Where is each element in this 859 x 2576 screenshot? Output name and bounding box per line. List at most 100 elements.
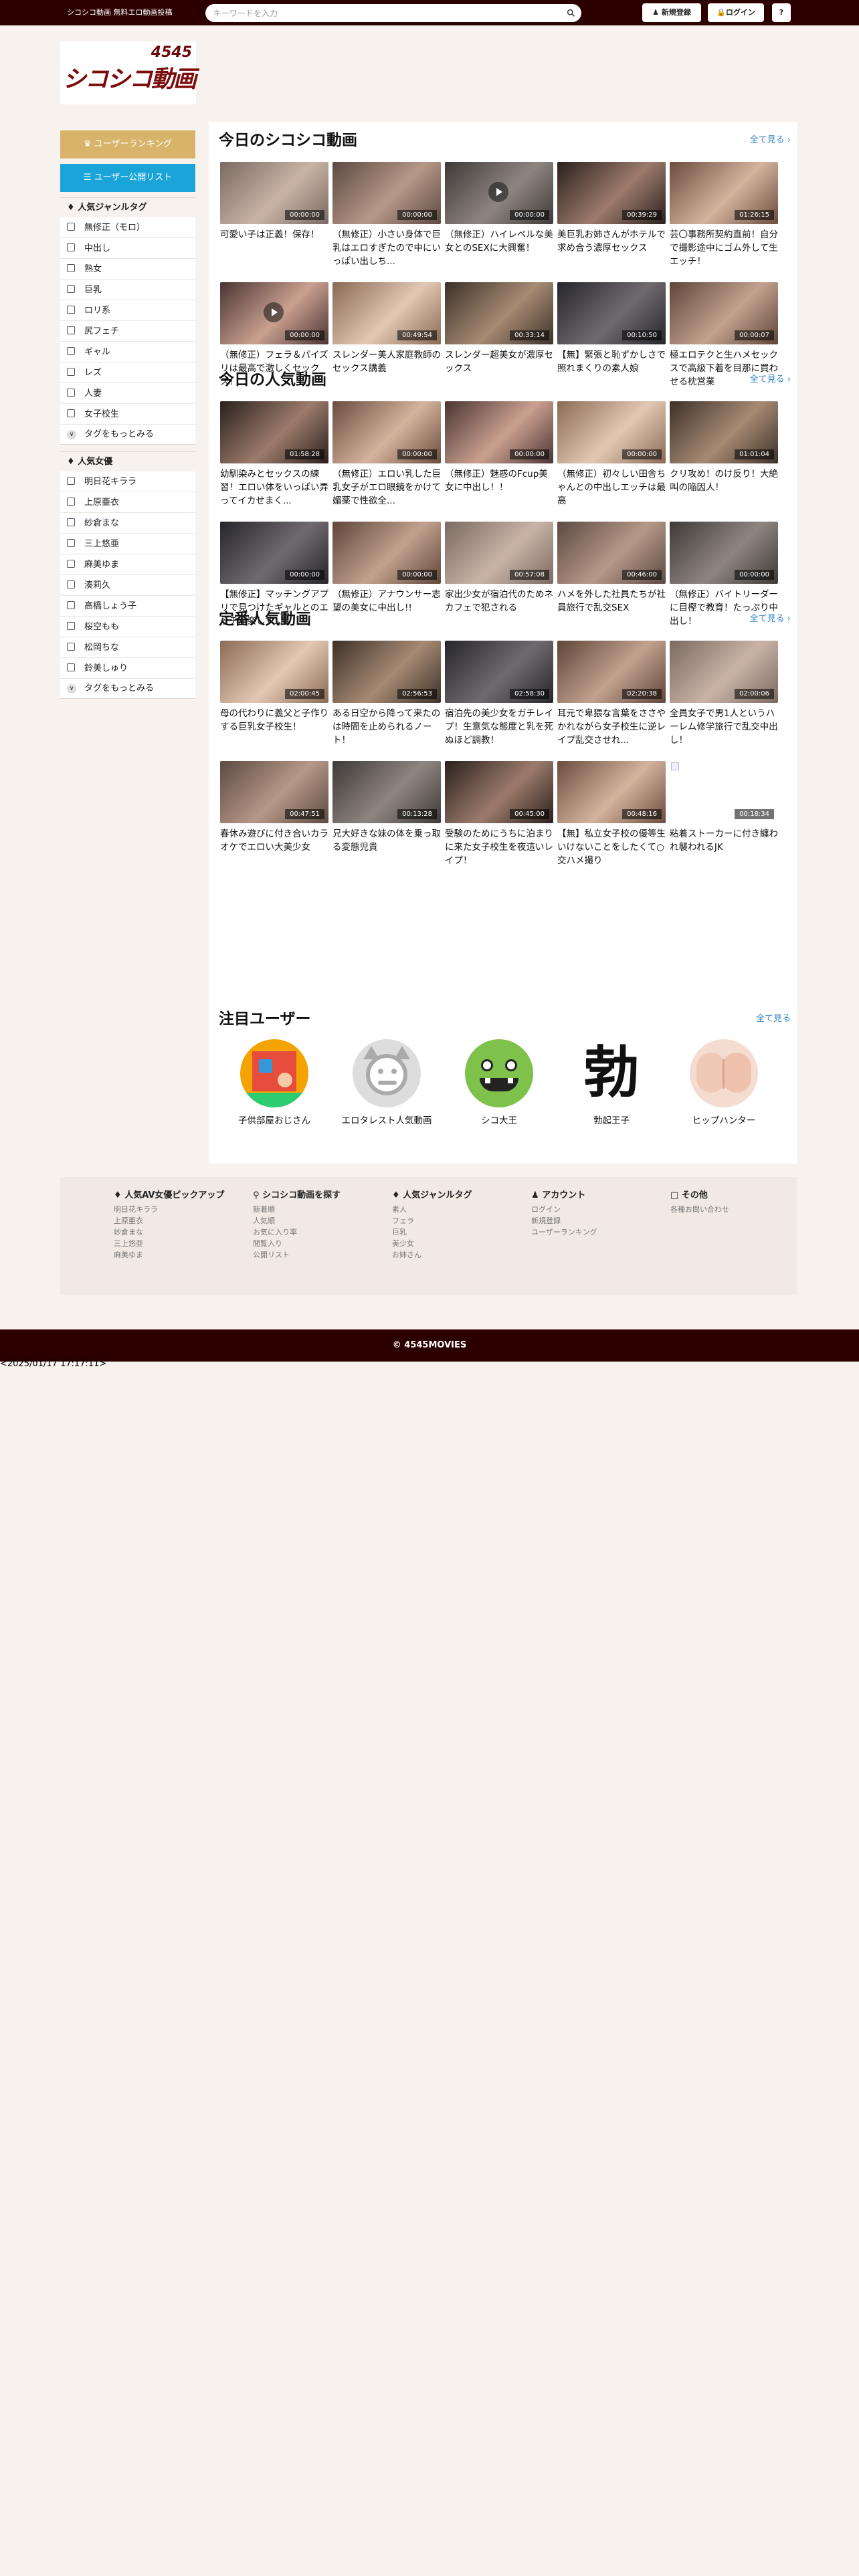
video-title[interactable]: 芸〇事務所契約直前！自分で撮影途中にゴム外して生エッチ！ — [670, 228, 778, 268]
register-button[interactable]: ♟ 新規登録 — [642, 3, 701, 22]
checkbox-icon[interactable] — [67, 498, 75, 506]
genres-more-button[interactable]: ∨ タグをもっとみる — [60, 425, 195, 445]
video-thumbnail[interactable]: 00:00:00 — [557, 401, 666, 463]
hip-avatar[interactable] — [690, 1039, 758, 1107]
see-all-link[interactable]: 全て見る › — [750, 132, 791, 145]
video-title[interactable]: 家出少女が宿泊代のためネカフェで犯される — [445, 588, 553, 628]
video-thumbnail[interactable]: 00:10:50 — [557, 282, 666, 344]
checkbox-icon[interactable] — [67, 560, 75, 568]
genre-item[interactable]: 無修正（モロ） — [60, 217, 195, 238]
video-title[interactable]: 受験のためにうちに泊まりに来た女子校生を夜這いレイプ！ — [445, 827, 553, 867]
search-icon[interactable] — [567, 9, 575, 17]
video-thumbnail[interactable]: 00:33:14 — [445, 282, 553, 344]
see-all-link[interactable]: 全て見る › — [750, 611, 791, 624]
genre-item[interactable]: 熟女 — [60, 259, 195, 280]
video-thumbnail[interactable]: 00:13:28 — [332, 761, 441, 823]
footer-link[interactable]: 公開リスト — [253, 1249, 387, 1261]
actress-item[interactable]: 鈴美しゅり — [60, 658, 195, 679]
footer-link[interactable]: 巨乳 — [392, 1226, 526, 1238]
footer-link[interactable]: 人気順 — [253, 1215, 387, 1226]
footer-link[interactable]: 三上悠亜 — [114, 1238, 248, 1249]
video-thumbnail[interactable]: 01:58:28 — [220, 401, 328, 463]
checkbox-icon[interactable] — [67, 518, 75, 526]
default-face-avatar[interactable] — [353, 1039, 421, 1107]
video-thumbnail[interactable]: 00:00:00 — [220, 282, 328, 344]
video-title[interactable]: （無修正）魅惑のFcup美女に中出し！！ — [445, 467, 553, 508]
footer-link[interactable]: フェラ — [392, 1215, 526, 1226]
video-thumbnail[interactable]: 02:56:53 — [332, 641, 441, 703]
video-thumbnail[interactable]: 00:00:00 — [220, 162, 328, 224]
video-title[interactable]: 宿泊先の美少女をガチレイプ！生意気な態度と乳を死ぬほど調教！ — [445, 707, 553, 747]
checkbox-icon[interactable] — [67, 409, 75, 417]
user-name[interactable]: 子供部屋おじさん — [221, 1114, 328, 1128]
video-thumbnail[interactable]: 00:00:00 — [445, 162, 553, 224]
footer-link[interactable]: 紗倉まな — [114, 1226, 248, 1238]
footer-link[interactable]: 上原亜衣 — [114, 1215, 248, 1226]
genre-item[interactable]: ギャル — [60, 342, 195, 362]
video-title[interactable]: （無修正）エロい乳した巨乳女子がエロ眼鏡をかけて媚薬で性欲全... — [332, 467, 441, 508]
play-icon[interactable] — [264, 302, 284, 322]
see-all-link[interactable]: 全て見る › — [750, 372, 791, 385]
checkbox-icon[interactable] — [67, 306, 75, 314]
video-thumbnail[interactable]: 00:00:00 — [332, 522, 441, 584]
checkbox-icon[interactable] — [67, 580, 75, 588]
user-name[interactable]: ヒップハンター — [670, 1114, 777, 1128]
room-avatar[interactable] — [240, 1039, 308, 1107]
video-title[interactable]: スレンダー美人家庭教師のセックス講義 — [332, 348, 441, 389]
actress-item[interactable]: 湊莉久 — [60, 575, 195, 596]
site-logo[interactable]: 4545 シコシコ動画 — [60, 41, 197, 104]
video-title[interactable]: 幼馴染みとセックスの練習！エロい体をいっぱい弄ってイカせまく... — [220, 467, 328, 508]
checkbox-icon[interactable] — [67, 285, 75, 293]
video-thumbnail[interactable]: 00:46:00 — [557, 522, 666, 584]
genre-item[interactable]: 巨乳 — [60, 280, 195, 300]
checkbox-icon[interactable] — [67, 264, 75, 272]
video-title[interactable]: 【無】私立女子校の優等生 いけないことをしたくて○交ハメ撮り — [557, 827, 666, 867]
video-thumbnail[interactable]: 02:00:45 — [220, 641, 328, 703]
green-monster-avatar[interactable] — [465, 1039, 533, 1107]
footer-link[interactable]: 素人 — [392, 1204, 526, 1215]
video-thumbnail[interactable]: 00:39:29 — [557, 162, 666, 224]
actress-item[interactable]: 松岡ちな — [60, 637, 195, 658]
footer-link[interactable]: 明日花キララ — [114, 1204, 248, 1215]
video-title[interactable]: スレンダー超美女が濃厚セックス — [445, 348, 553, 389]
checkbox-icon[interactable] — [67, 389, 75, 397]
footer-link[interactable]: 麻美ゆま — [114, 1249, 248, 1261]
checkbox-icon[interactable] — [67, 347, 75, 355]
video-title[interactable]: クリ攻め！のけ反り！大絶叫の陥因人！ — [670, 467, 778, 508]
video-thumbnail[interactable]: 01:26:15 — [670, 162, 778, 224]
video-thumbnail[interactable]: 00:49:54 — [332, 282, 441, 344]
login-button[interactable]: 🔒ログイン — [708, 3, 764, 22]
footer-link[interactable]: 各種お問い合わせ — [670, 1204, 804, 1215]
video-thumbnail[interactable]: 00:45:00 — [445, 761, 553, 823]
footer-link[interactable]: ユーザーランキング — [531, 1226, 665, 1238]
video-title[interactable]: 兄大好きな妹の体を乗っ取る変態児貴 — [332, 827, 441, 867]
video-thumbnail[interactable]: 02:20:38 — [557, 641, 666, 703]
video-thumbnail[interactable]: 00:00:00 — [445, 401, 553, 463]
video-title[interactable]: ある日空から降って来たのは時間を止められるノート！ — [332, 707, 441, 747]
video-thumbnail[interactable]: 00:48:16 — [557, 761, 666, 823]
video-title[interactable]: 【無】緊張と恥ずかしさで照れまくりの素人娘 — [557, 348, 666, 389]
search-bar[interactable] — [205, 4, 581, 22]
genre-item[interactable]: レズ — [60, 362, 195, 383]
play-icon[interactable] — [488, 182, 508, 202]
genre-item[interactable]: ロリ系 — [60, 300, 195, 321]
footer-link[interactable]: お気に入り率 — [253, 1226, 387, 1238]
checkbox-icon[interactable] — [67, 326, 75, 334]
video-thumbnail[interactable]: 00:00:00 — [332, 401, 441, 463]
actress-item[interactable]: 麻美ゆま — [60, 554, 195, 575]
checkbox-icon[interactable] — [67, 243, 75, 251]
actress-item[interactable]: 桜空もも — [60, 617, 195, 637]
video-thumbnail[interactable]: 02:00:06 — [670, 641, 778, 703]
user-name[interactable]: 勃起王子 — [558, 1114, 665, 1128]
genre-item[interactable]: 尻フェチ — [60, 321, 195, 342]
user-public-list-button[interactable]: ☰ ユーザー公開リスト — [60, 164, 195, 192]
kanji-avatar[interactable]: 勃 — [577, 1039, 646, 1107]
genre-item[interactable]: 女子校生 — [60, 404, 195, 425]
video-thumbnail[interactable]: 00:47:51 — [220, 761, 328, 823]
footer-link[interactable]: 美少女 — [392, 1238, 526, 1249]
video-title[interactable]: 全員女子で男1人というハーレム修学旅行で乱交中出し！ — [670, 707, 778, 747]
video-title[interactable]: 耳元で卑猥な言葉をささやかれながら女子校生に逆レイプ乱交させれ... — [557, 707, 666, 747]
checkbox-icon[interactable] — [67, 601, 75, 609]
actresses-more-button[interactable]: ∨ タグをもっとみる — [60, 679, 195, 699]
help-button[interactable]: ? — [772, 3, 791, 22]
